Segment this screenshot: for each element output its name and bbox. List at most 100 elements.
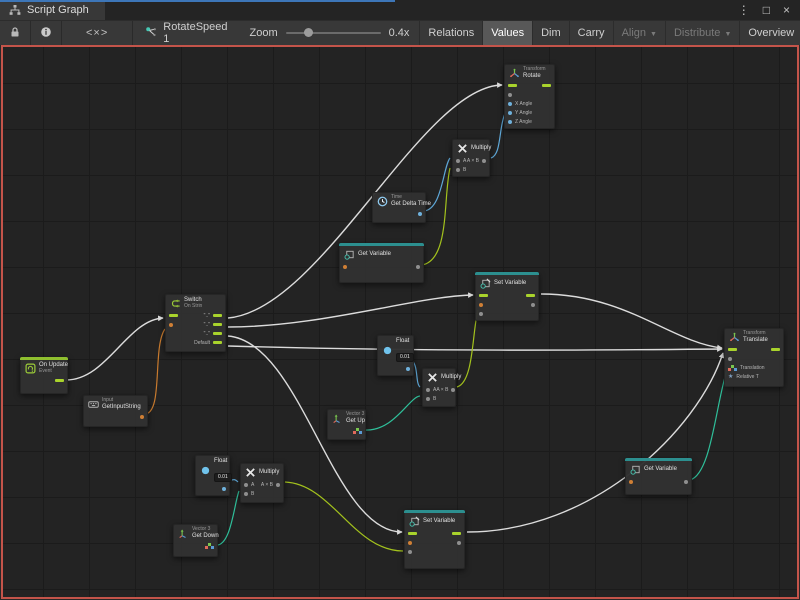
relations-button[interactable]: Relations [419,21,482,45]
value-port-left[interactable] [479,312,483,316]
float-port-left[interactable] [508,111,512,115]
port-row [725,354,783,363]
node-rotate[interactable]: TransformRotateX AngleY AngleZ Angle [504,64,555,129]
float-port-right[interactable] [222,487,226,491]
node-set-variable-top[interactable]: Set Variable [475,272,539,321]
float-port-right[interactable] [406,367,410,371]
wire-get-up-to-multiply-mid-b[interactable] [364,396,420,430]
value-port-right[interactable] [416,265,420,269]
distribute-dropdown[interactable]: Distribute▼ [665,21,739,45]
value-port-left[interactable] [728,357,732,361]
string-port-left[interactable] [629,480,633,484]
value-field[interactable]: 0.01 [214,473,232,482]
vector-port-left[interactable] [731,365,734,368]
flow-port-right[interactable] [542,84,551,87]
node-on-update[interactable]: On UpdateEvent [20,357,68,394]
value-port-left[interactable] [426,388,430,392]
flow-port-right[interactable] [526,294,535,297]
value-port-left[interactable] [244,483,248,487]
wire-set-variable-top-to-translate[interactable] [541,294,722,348]
node-multiply-top[interactable]: MultiplyAA × BB [452,139,490,177]
flow-port-left[interactable] [728,348,737,351]
flow-port-right[interactable] [771,348,780,351]
wire-switch-default-to-translate[interactable] [228,346,722,350]
node-multiply-bottom[interactable]: MultiplyAA × BB [240,463,284,503]
code-view-button[interactable]: <×> [62,21,133,45]
node-subtitle: Event [39,369,64,375]
node-get-input-string[interactable]: InputGetInputString [83,395,148,427]
kebab-menu-icon[interactable]: ⋮ [738,4,750,16]
value-port-left[interactable] [508,93,512,97]
node-vector3-get-down[interactable]: Vector 3Get Down [173,524,218,557]
flow-port-left[interactable] [479,294,488,297]
carry-button[interactable]: Carry [569,21,613,45]
maximize-icon[interactable]: □ [763,4,770,16]
string-port-left[interactable] [479,303,483,307]
wire-get-variable-to-multiply-b[interactable] [422,168,450,265]
value-port-right[interactable] [457,541,461,545]
flow-port-right[interactable] [213,323,222,326]
value-port-left[interactable] [456,159,460,163]
wire-on-update-to-switch[interactable] [66,318,163,380]
wire-switch-to-rotate[interactable] [228,85,502,318]
float-port-left[interactable] [508,102,512,106]
port-row [505,90,554,99]
node-float-mid[interactable]: Float0.01 [377,335,414,376]
string-port-left[interactable] [169,323,173,327]
zoom-slider-handle[interactable] [304,28,313,37]
graph-breadcrumb[interactable]: RotateSpeed 1 [133,21,239,45]
wire-set-variable-bottom-to-translate[interactable] [467,353,723,532]
value-field[interactable]: 0.01 [396,353,414,362]
node-get-variable-top[interactable]: Get Variable [339,243,424,283]
values-button[interactable]: Values [482,21,532,45]
node-switch-on-string[interactable]: SwitchOn Strin".."".."".."Default [165,294,226,352]
node-set-variable-bottom[interactable]: Set Variable [404,510,465,569]
node-ports [328,425,365,437]
vector-port-right[interactable] [356,428,359,431]
flow-port-left[interactable] [508,84,517,87]
flow-port-right[interactable] [452,532,461,535]
value-port-left[interactable] [456,168,460,172]
string-port-right[interactable] [140,415,144,419]
node-get-variable-right[interactable]: Get Variable [625,458,692,495]
value-port-right[interactable] [451,388,455,392]
value-port-left[interactable] [244,492,248,496]
flow-port-right[interactable] [213,341,222,344]
value-port-right[interactable] [276,483,280,487]
close-icon[interactable]: × [783,4,790,16]
align-dropdown[interactable]: Align▼ [613,21,665,45]
flow-port-left[interactable] [408,532,417,535]
node-vector3-get-up[interactable]: Vector 3Get Up [327,409,366,440]
value-port-right[interactable] [531,303,535,307]
value-port-right[interactable] [684,480,688,484]
value-port-right[interactable] [482,159,486,163]
string-port-left[interactable] [343,265,347,269]
flow-port-right[interactable] [213,332,222,335]
wire-switch-to-set-variable-top[interactable] [228,295,473,327]
vector-port-right[interactable] [208,543,211,546]
flow-port-left[interactable] [169,314,178,317]
node-translate[interactable]: TransformTranslateTranslation★Relative T [724,328,784,387]
wire-get-variable-right-to-translate[interactable] [690,367,728,480]
float-port-right[interactable] [418,212,422,216]
value-port-left[interactable] [426,397,430,401]
port-label: ".." [204,313,210,319]
overview-button[interactable]: Overview [739,21,800,45]
dim-button[interactable]: Dim [532,21,569,45]
node-title-group: TimeGet Delta Time [391,195,422,207]
node-get-delta-time[interactable]: TimeGet Delta Time [372,192,426,223]
lock-button[interactable] [0,21,31,45]
string-port-left[interactable] [408,541,412,545]
node-float-bottom[interactable]: Float0.01 [195,455,230,496]
info-button[interactable] [31,21,62,45]
value-port-left[interactable] [408,550,412,554]
node-title-group: TransformTranslate [743,331,768,343]
graph-canvas[interactable]: On UpdateEvent InputGetInputString SwitchO… [1,45,799,599]
flow-port-right[interactable] [55,379,64,382]
zoom-slider[interactable] [286,32,381,34]
float-port-left[interactable] [508,120,512,124]
tab-script-graph[interactable]: Script Graph [0,0,105,20]
flow-port-right[interactable] [213,314,222,317]
node-multiply-mid[interactable]: MultiplyAA × BB [422,368,456,407]
wire-multiply-bottom-to-set-variable[interactable] [285,482,403,551]
